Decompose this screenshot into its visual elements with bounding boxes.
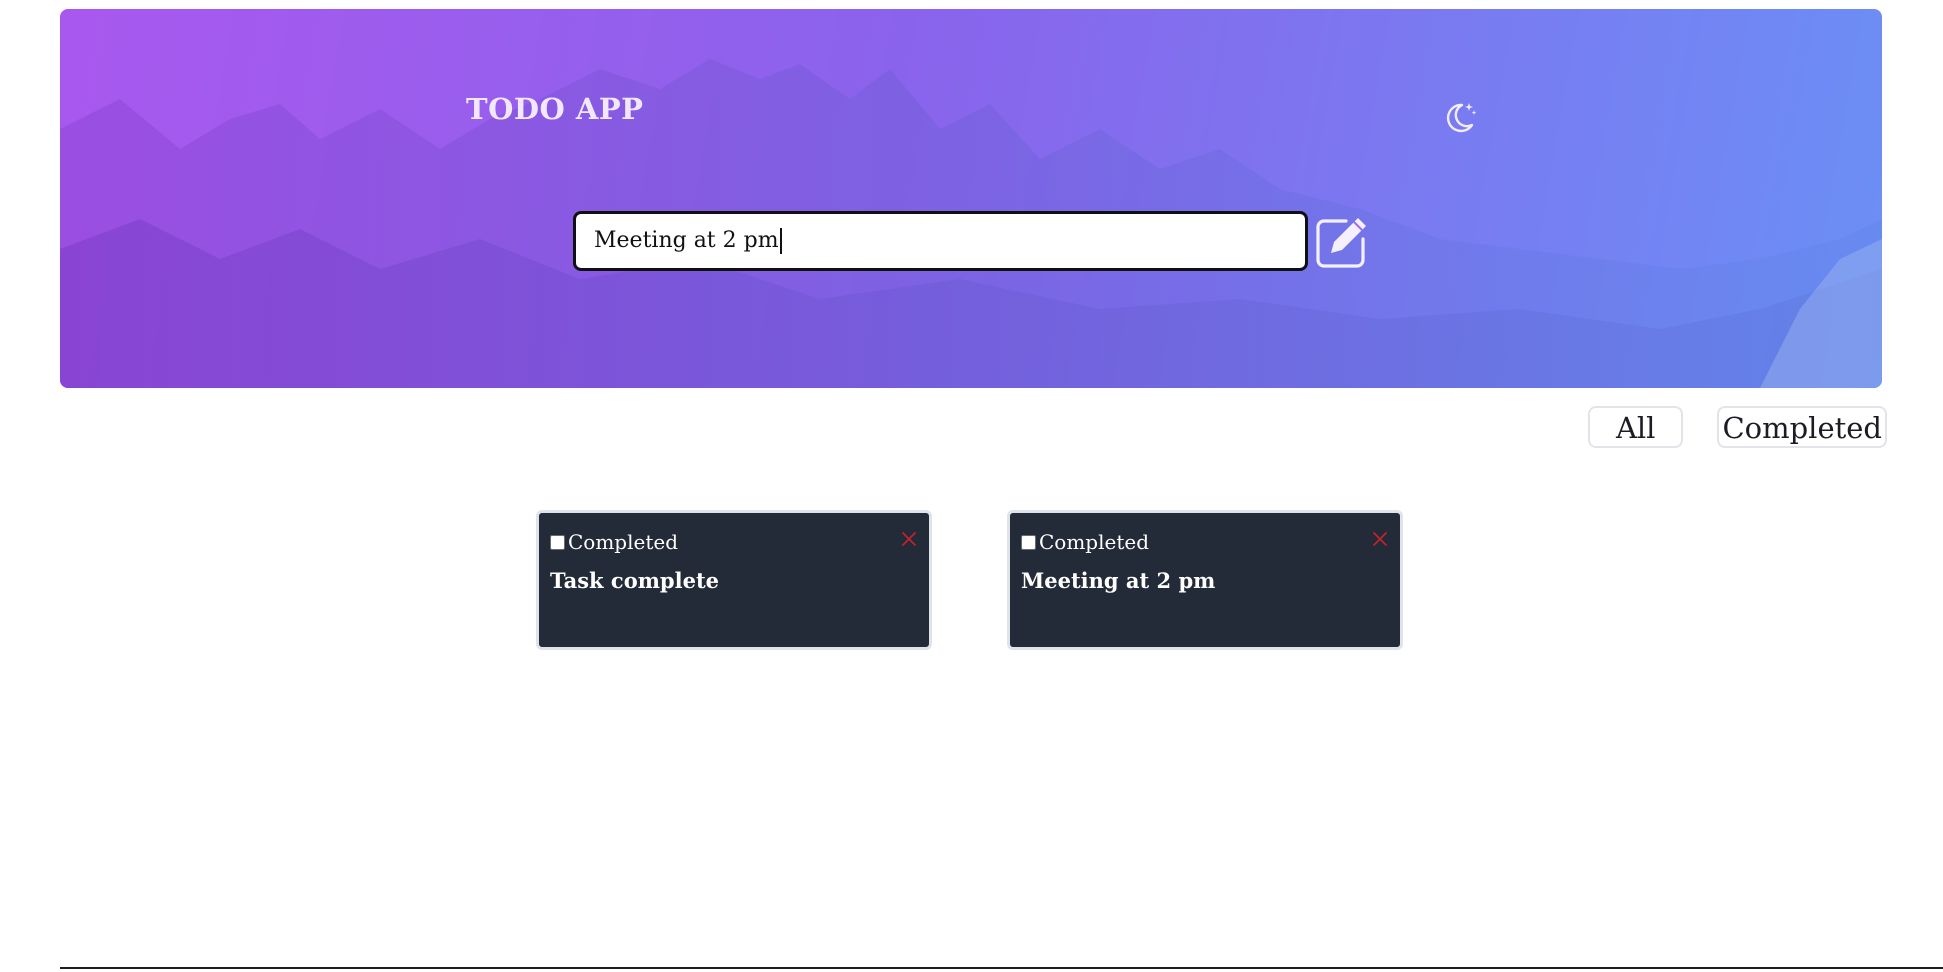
filter-completed-button[interactable]: Completed [1717,406,1887,448]
moon-stars-icon [1446,103,1477,133]
filter-bar: All Completed [1587,406,1887,448]
task-card: Completed Task complete [536,510,932,650]
task-input[interactable]: Meeting at 2 pm [573,211,1308,271]
edit-square-icon [1316,218,1366,268]
app-title: TODO APP [466,92,644,126]
completed-checkbox[interactable] [550,534,565,550]
completed-checkbox-label: Completed [1039,530,1150,554]
mountain-background-image [60,59,1882,388]
add-task-button[interactable] [1312,212,1372,272]
completed-checkbox-label: Completed [568,530,679,554]
x-close-icon [902,532,916,546]
hero-banner: TODO APP Meeting at 2 pm [60,9,1882,388]
task-input-value: Meeting at 2 pm [594,228,779,253]
delete-task-button[interactable] [1370,529,1390,549]
task-title: Task complete [550,568,720,593]
task-card: Completed Meeting at 2 pm [1007,510,1403,650]
bottom-divider [60,967,1943,969]
text-caret [779,228,782,254]
delete-task-button[interactable] [899,529,919,549]
filter-all-button[interactable]: All [1587,406,1684,448]
completed-checkbox-row: Completed [1021,530,1149,554]
completed-checkbox[interactable] [1021,534,1036,550]
theme-toggle-button[interactable] [1440,97,1480,137]
todo-app-page: TODO APP Meeting at 2 pm All Completed C… [0,0,1943,972]
x-close-icon [1373,532,1387,546]
task-title: Meeting at 2 pm [1021,568,1216,593]
completed-checkbox-row: Completed [550,530,678,554]
